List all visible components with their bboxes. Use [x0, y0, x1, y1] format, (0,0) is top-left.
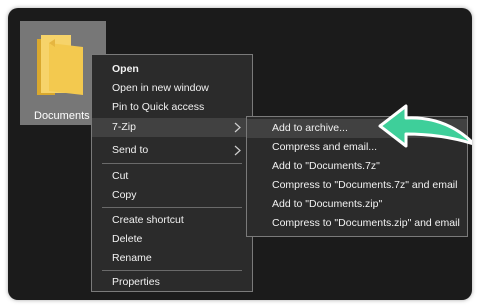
menu-item-7zip-label: 7-Zip: [112, 121, 136, 133]
submenu-item-compress-7z-email[interactable]: Compress to "Documents.7z" and email: [247, 176, 467, 195]
context-menu: Open Open in new window Pin to Quick acc…: [91, 54, 253, 292]
chevron-right-icon: [234, 122, 241, 133]
folder-icon: [37, 35, 83, 95]
menu-separator: [102, 163, 242, 164]
menu-item-rename[interactable]: Rename: [92, 249, 252, 268]
pointer-arrow-icon: [378, 104, 472, 148]
menu-item-cut[interactable]: Cut: [92, 167, 252, 186]
menu-separator: [102, 270, 242, 271]
menu-separator: [102, 207, 242, 208]
menu-item-create-shortcut[interactable]: Create shortcut: [92, 211, 252, 230]
menu-item-properties[interactable]: Properties: [92, 273, 252, 292]
submenu-item-add-zip[interactable]: Add to "Documents.zip": [247, 195, 467, 214]
menu-item-copy[interactable]: Copy: [92, 186, 252, 205]
desktop-window: Documents Open Open in new window Pin to…: [8, 8, 472, 300]
chevron-right-icon: [234, 145, 241, 156]
menu-item-send-to-label: Send to: [112, 144, 149, 156]
menu-item-7zip[interactable]: 7-Zip: [92, 118, 252, 137]
menu-item-open[interactable]: Open: [92, 60, 252, 79]
menu-item-pin-quick-access[interactable]: Pin to Quick access: [92, 98, 252, 117]
menu-item-delete[interactable]: Delete: [92, 230, 252, 249]
submenu-item-compress-zip-email[interactable]: Compress to "Documents.zip" and email: [247, 214, 467, 233]
menu-item-open-new-window[interactable]: Open in new window: [92, 79, 252, 98]
submenu-item-add-7z[interactable]: Add to "Documents.7z": [247, 157, 467, 176]
menu-item-send-to[interactable]: Send to: [92, 141, 252, 160]
